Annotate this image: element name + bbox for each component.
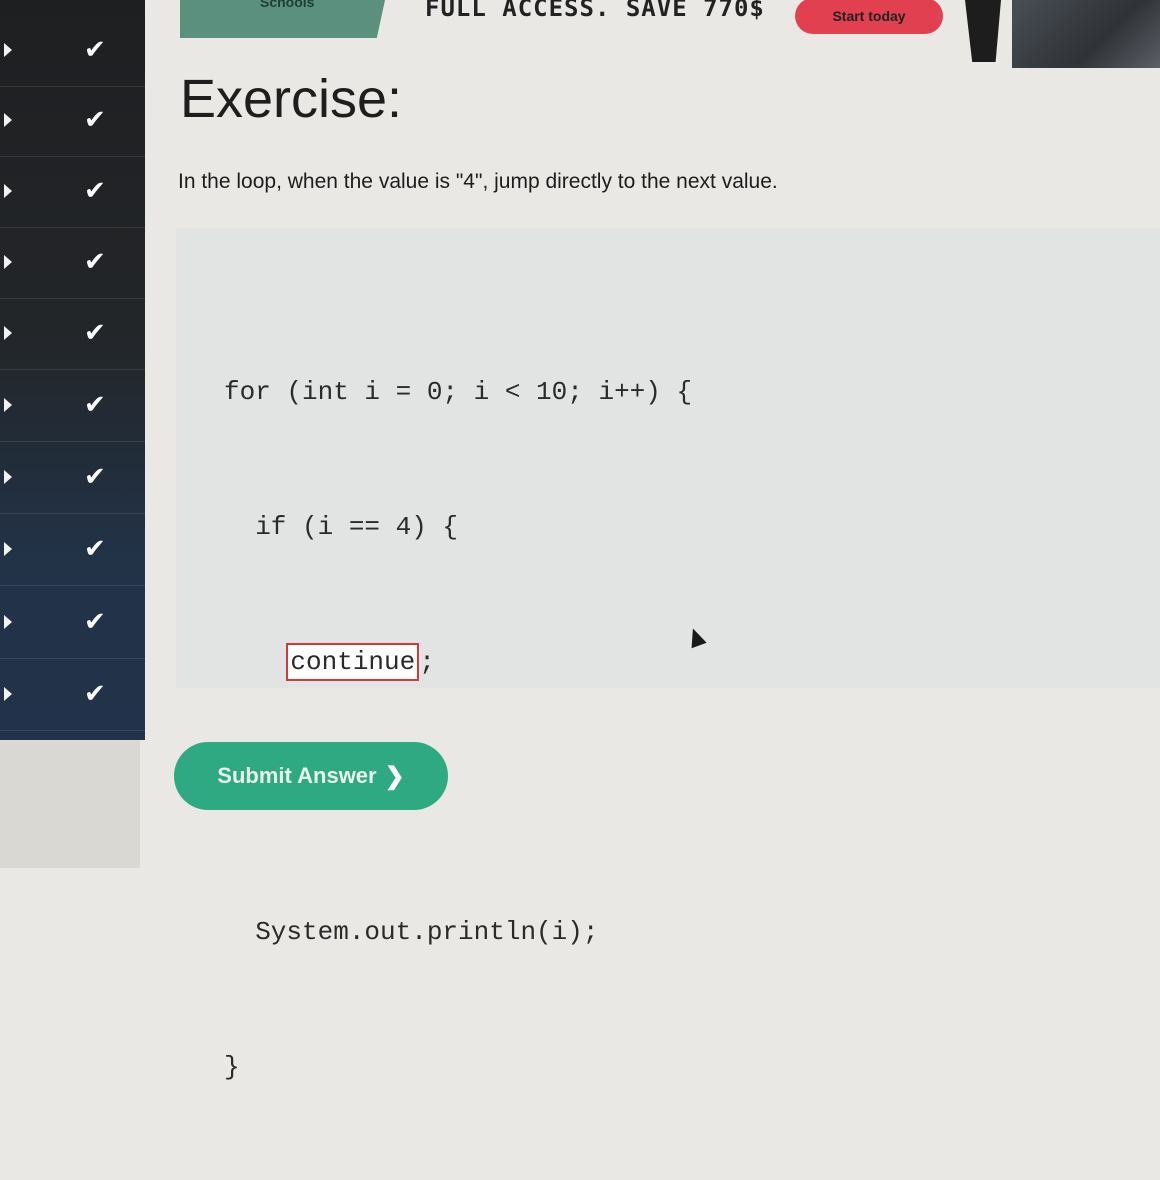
check-icon: ✔: [84, 607, 106, 637]
chevron-right-icon: [4, 398, 12, 412]
check-icon: ✔: [84, 462, 106, 492]
chevron-right-icon: [4, 542, 12, 556]
sidebar-item[interactable]: ✔: [0, 658, 145, 731]
start-today-button[interactable]: Start today: [795, 0, 943, 34]
brand-tab-label: Schools: [260, 0, 315, 10]
sidebar-item[interactable]: ✔: [0, 441, 145, 514]
chevron-right-icon: ❯: [384, 762, 405, 790]
check-icon: ✔: [84, 176, 106, 206]
check-icon: ✔: [84, 247, 106, 277]
code-line: System.out.println(i);: [224, 917, 599, 947]
code-panel: for (int i = 0; i < 10; i++) { if (i == …: [176, 228, 1160, 1082]
sidebar: ✔ ✔ ✔ ✔ ✔ ✔ ✔ ✔ ✔ ✔: [0, 0, 145, 740]
sidebar-item[interactable]: ✔: [0, 586, 145, 659]
decorative-shape: [965, 0, 1001, 62]
sidebar-item[interactable]: ✔: [0, 226, 145, 299]
submit-answer-label: Submit Answer: [217, 763, 377, 788]
check-icon: ✔: [84, 35, 106, 65]
code-line: for (int i = 0; i < 10; i++) {: [224, 377, 693, 407]
chevron-right-icon: [4, 113, 12, 127]
chevron-right-icon: [4, 184, 12, 198]
chevron-right-icon: [4, 43, 12, 57]
code-line: }: [224, 1052, 240, 1082]
sidebar-footer: [0, 740, 140, 868]
submit-answer-button[interactable]: Submit Answer ❯: [174, 742, 448, 810]
exercise-description: In the loop, when the value is "4", jump…: [178, 170, 778, 193]
sidebar-item[interactable]: ✔: [0, 84, 145, 157]
check-icon: ✔: [84, 390, 106, 420]
sidebar-item[interactable]: ✔: [0, 155, 145, 228]
check-icon: ✔: [84, 534, 106, 564]
chevron-right-icon: [4, 255, 12, 269]
sidebar-item[interactable]: ✔: [0, 513, 145, 586]
chevron-right-icon: [4, 615, 12, 629]
ad-image: [1012, 0, 1160, 68]
sidebar-item[interactable]: ✔: [0, 14, 145, 87]
answer-input[interactable]: continue: [286, 643, 420, 681]
code-suffix: ;: [419, 647, 435, 677]
promo-banner-text: FULL ACCESS. SAVE 770$: [425, 0, 765, 22]
check-icon: ✔: [84, 105, 106, 135]
exercise-title: Exercise:: [180, 69, 403, 129]
check-icon: ✔: [84, 679, 106, 709]
chevron-right-icon: [4, 470, 12, 484]
check-icon: ✔: [84, 318, 106, 348]
chevron-right-icon: [4, 687, 12, 701]
sidebar-item[interactable]: ✔: [0, 369, 145, 442]
code-line: if (i == 4) {: [224, 512, 459, 542]
code-line: continue;: [224, 640, 692, 685]
sidebar-item[interactable]: ✔: [0, 297, 145, 370]
code-block: for (int i = 0; i < 10; i++) { if (i == …: [224, 280, 692, 1180]
chevron-right-icon: [4, 326, 12, 340]
